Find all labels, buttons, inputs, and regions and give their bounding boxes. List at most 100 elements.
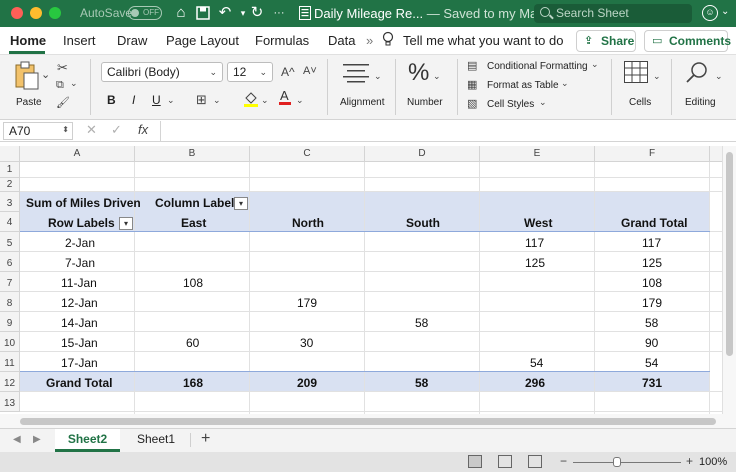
save-icon[interactable] <box>194 4 212 22</box>
name-box-stepper-icon[interactable]: ⬍ <box>62 122 69 138</box>
copy-dropdown-icon[interactable]: ⌄ <box>70 78 78 89</box>
font-color-dropdown-icon[interactable]: ⌄ <box>296 95 304 106</box>
tab-formulas[interactable]: Formulas <box>255 33 309 48</box>
font-name-dropdown[interactable]: Calibri (Body) ⌄ <box>101 62 223 82</box>
enter-icon[interactable]: ✓ <box>111 122 122 138</box>
column-header-b[interactable]: B <box>135 146 250 162</box>
underline-button[interactable]: U <box>152 93 161 107</box>
cell-area[interactable]: Sum of Miles Driven Column Labels ▾ Row … <box>20 162 722 414</box>
select-all-button[interactable] <box>0 146 20 162</box>
autosave-toggle[interactable]: OFF <box>128 6 162 20</box>
column-header-a[interactable]: A <box>20 146 135 162</box>
chevron-down-icon[interactable]: ⌄ <box>721 6 729 17</box>
column-labels-filter-button[interactable]: ▾ <box>234 197 248 210</box>
column-header-d[interactable]: D <box>365 146 480 162</box>
row-header-5[interactable]: 5 <box>0 232 20 252</box>
normal-view-icon[interactable] <box>468 455 482 468</box>
insert-function-button[interactable]: fx <box>138 122 148 137</box>
format-painter-icon[interactable]: 🖌 <box>56 96 70 109</box>
zoom-slider-track[interactable] <box>573 462 681 463</box>
feedback-smiley-icon[interactable]: ☺ <box>702 5 718 21</box>
column-header-f[interactable]: F <box>595 146 710 162</box>
previous-sheet-icon[interactable]: ◀ <box>13 434 21 445</box>
page-break-view-icon[interactable] <box>528 455 542 468</box>
row-labels-filter-button[interactable]: ▾ <box>119 217 133 230</box>
row-header-9[interactable]: 9 <box>0 312 20 332</box>
comments-button[interactable]: ▭ Comments <box>644 30 731 52</box>
horizontal-scrollbar[interactable] <box>0 414 736 428</box>
paste-dropdown-icon[interactable]: ⌄ <box>41 68 50 81</box>
minimize-window-button[interactable] <box>30 7 42 19</box>
underline-dropdown-icon[interactable]: ⌄ <box>167 95 175 106</box>
row-header-3[interactable]: 3 <box>0 192 20 212</box>
tab-home[interactable]: Home <box>10 33 46 48</box>
row-header-4[interactable]: 4 <box>0 212 20 232</box>
home-icon[interactable]: ⌂ <box>172 4 190 22</box>
pivot-header-grand-total[interactable]: Grand Total <box>621 216 687 230</box>
fill-color-icon[interactable] <box>243 90 259 111</box>
borders-icon[interactable]: ⊞ <box>196 92 207 108</box>
tell-me-input[interactable]: Tell me what you want to do <box>403 33 563 48</box>
share-button[interactable]: ⇪ Share <box>576 30 636 52</box>
decrease-font-size-button[interactable]: A˅ <box>303 65 317 77</box>
more-tabs-icon[interactable]: » <box>366 33 373 48</box>
cancel-icon[interactable]: ✕ <box>86 122 97 138</box>
borders-dropdown-icon[interactable]: ⌄ <box>213 95 221 106</box>
cells-button[interactable]: ⌄ Cells <box>619 61 665 113</box>
row-header-1[interactable]: 1 <box>0 162 20 178</box>
row-header-13[interactable]: 13 <box>0 392 20 412</box>
maximize-window-button[interactable] <box>49 7 61 19</box>
sheet-tab-sheet1[interactable]: Sheet1 <box>126 429 186 452</box>
column-header-g[interactable] <box>710 146 722 162</box>
sheet-tab-sheet2[interactable]: Sheet2 <box>55 429 120 452</box>
row-header-10[interactable]: 10 <box>0 332 20 352</box>
zoom-slider-thumb[interactable] <box>613 457 621 467</box>
alignment-button[interactable]: ⌄ Alignment <box>336 61 388 113</box>
search-sheet-input[interactable]: Search Sheet <box>534 4 692 23</box>
more-commands-icon[interactable]: ··· <box>270 4 288 22</box>
increase-font-size-button[interactable]: A^ <box>281 65 295 79</box>
column-header-c[interactable]: C <box>250 146 365 162</box>
row-header-8[interactable]: 8 <box>0 292 20 312</box>
row-header-2[interactable]: 2 <box>0 178 20 192</box>
font-color-icon[interactable]: A <box>278 88 292 109</box>
pivot-row-labels[interactable]: Row Labels <box>48 216 115 230</box>
undo-icon[interactable]: ↶ <box>216 4 234 22</box>
font-size-dropdown[interactable]: 12 ⌄ <box>227 62 273 82</box>
bold-button[interactable]: B <box>107 93 116 107</box>
zoom-out-button[interactable]: − <box>560 454 567 468</box>
row-header-6[interactable]: 6 <box>0 252 20 272</box>
cell-styles-button[interactable]: ▧ Cell Styles ⌄ <box>467 97 557 113</box>
conditional-formatting-button[interactable]: ▤ Conditional Formatting ⌄ <box>467 59 607 75</box>
pivot-header-west[interactable]: West <box>524 216 552 230</box>
cut-icon[interactable]: ✂ <box>57 60 68 76</box>
vertical-scrollbar[interactable] <box>722 146 736 414</box>
pivot-column-labels[interactable]: Column Labels <box>155 196 241 210</box>
tab-page-layout[interactable]: Page Layout <box>166 33 239 48</box>
redo-icon[interactable]: ↻ <box>248 4 266 22</box>
next-sheet-icon[interactable]: ▶ <box>33 434 41 445</box>
pivot-value-field[interactable]: Sum of Miles Driven <box>26 196 141 210</box>
tab-data[interactable]: Data <box>328 33 355 48</box>
italic-button[interactable]: I <box>132 93 135 107</box>
vertical-scroll-thumb[interactable] <box>726 152 733 356</box>
horizontal-scroll-thumb[interactable] <box>20 418 716 425</box>
name-box[interactable]: A70 ⬍ <box>3 122 73 140</box>
format-as-table-button[interactable]: ▦ Format as Table ⌄ <box>467 78 577 94</box>
copy-icon[interactable]: ⧉ <box>56 79 64 92</box>
zoom-in-button[interactable]: + <box>686 454 693 468</box>
editing-button[interactable]: ⌄ Editing <box>679 61 731 113</box>
tab-draw[interactable]: Draw <box>117 33 147 48</box>
row-header-12[interactable]: 12 <box>0 372 20 392</box>
pivot-header-south[interactable]: South <box>406 216 440 230</box>
number-format-button[interactable]: % ⌄ Number <box>403 59 449 113</box>
page-layout-view-icon[interactable] <box>498 455 512 468</box>
column-header-e[interactable]: E <box>480 146 595 162</box>
pivot-header-north[interactable]: North <box>292 216 324 230</box>
close-window-button[interactable] <box>11 7 23 19</box>
tab-insert[interactable]: Insert <box>63 33 96 48</box>
add-sheet-button[interactable]: + <box>201 430 210 448</box>
pivot-header-east[interactable]: East <box>181 216 206 230</box>
row-header-11[interactable]: 11 <box>0 352 20 372</box>
fill-color-dropdown-icon[interactable]: ⌄ <box>261 95 269 106</box>
